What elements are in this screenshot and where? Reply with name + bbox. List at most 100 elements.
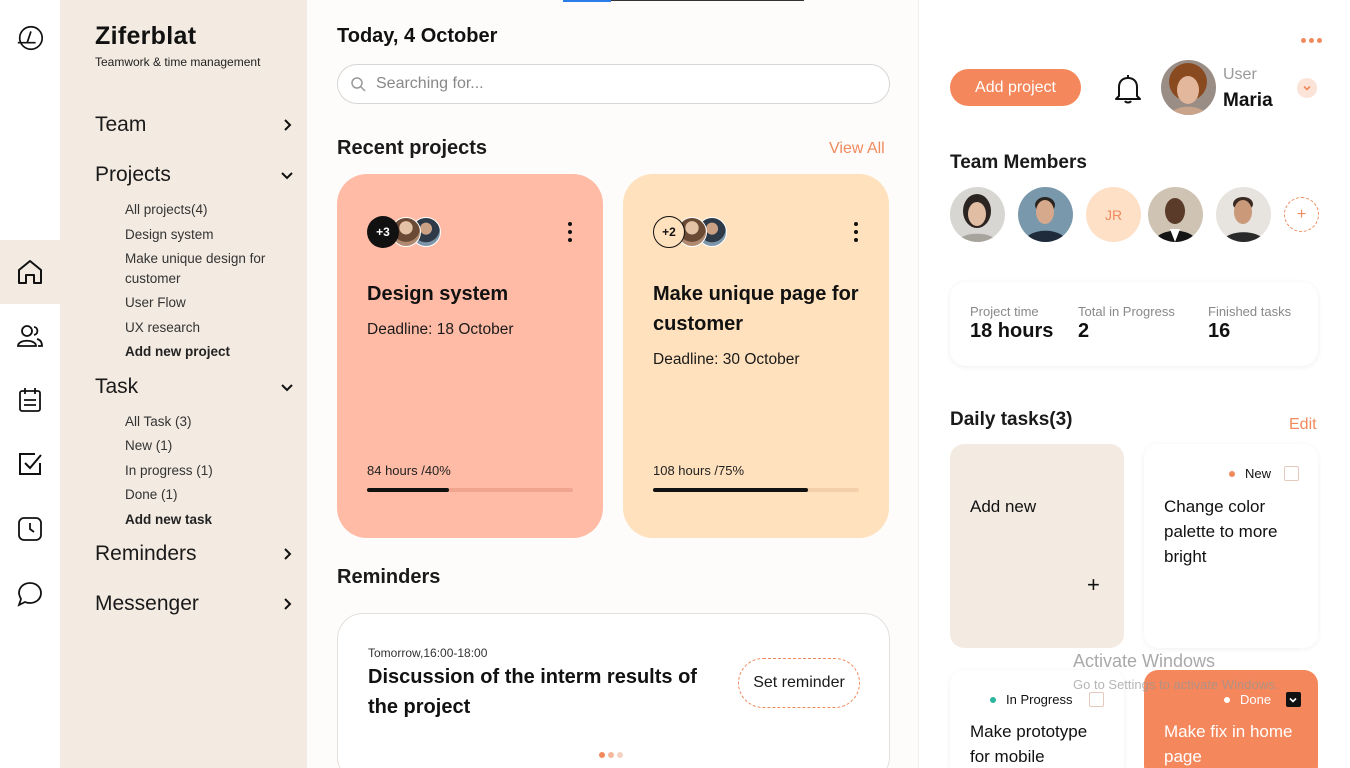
project-hours: 108 hours /75% — [653, 463, 745, 478]
sidebar-item-label: Team — [95, 113, 147, 136]
task-checkbox[interactable] — [1284, 466, 1299, 481]
more-options-icon[interactable] — [853, 222, 859, 242]
user-name: Maria — [1223, 90, 1273, 111]
sidebar-subitem-all-task[interactable]: All Task (3) — [125, 412, 295, 432]
sidebar-subitem-unique-design[interactable]: Make unique design for customer — [125, 249, 295, 289]
view-all-link[interactable]: View All — [829, 140, 885, 158]
task-text: Change color palette to more bright — [1164, 497, 1278, 566]
edit-link[interactable]: Edit — [1289, 416, 1317, 434]
team-members-title: Team Members — [950, 152, 1087, 173]
project-hours: 84 hours /40% — [367, 463, 451, 478]
progress-bar — [367, 488, 573, 492]
progress-fill — [653, 488, 808, 492]
chevron-down-icon — [1303, 85, 1311, 91]
project-title: Make unique page for customer — [653, 283, 859, 335]
user-role: User — [1223, 66, 1257, 83]
stat-label: Project time — [970, 304, 1039, 319]
progress-bar — [653, 488, 859, 492]
reminder-title: Discussion of the interm results of the … — [368, 666, 697, 718]
add-member-button[interactable]: + — [1284, 197, 1319, 232]
stats-card: Project time 18 hours Total in Progress … — [950, 282, 1318, 366]
sidebar-item-projects[interactable]: Projects — [95, 163, 295, 187]
set-reminder-button[interactable]: Set reminder — [738, 658, 860, 708]
sidebar-subitem-ux-research[interactable]: UX research — [125, 318, 295, 338]
sidebar-subitem-new[interactable]: New (1) — [125, 436, 295, 456]
logo-icon[interactable] — [0, 6, 60, 70]
reminder-time: Tomorrow,16:00-18:00 — [368, 646, 488, 660]
stat-label: Total in Progress — [1078, 304, 1175, 319]
avatar[interactable] — [1161, 60, 1216, 115]
clock-icon[interactable] — [0, 497, 60, 561]
recent-projects-title: Recent projects — [337, 137, 488, 159]
team-member-initials[interactable]: JR — [1086, 187, 1141, 242]
team-member-avatar[interactable] — [1148, 187, 1203, 242]
project-card[interactable]: +3 Design system Deadline: 18 October 84… — [337, 174, 603, 538]
reminder-card: Tomorrow,16:00-18:00 Discussion of the i… — [337, 613, 890, 768]
sidebar-item-label: Task — [95, 375, 139, 398]
sidebar-item-label: Projects — [95, 163, 171, 186]
top-scroll-thumb — [563, 0, 611, 2]
sidebar-subitem-design-system[interactable]: Design system — [125, 225, 295, 245]
team-member-avatar[interactable] — [1216, 187, 1271, 242]
brand-tagline: Teamwork & time management — [95, 55, 261, 69]
activation-watermark-subtitle: Go to Settings to activate Windows. — [1073, 677, 1279, 692]
task-text: Make fix in home page — [1164, 722, 1293, 766]
plus-icon: + — [1296, 205, 1307, 223]
extra-members-badge: +3 — [367, 216, 399, 248]
sidebar-subitem-in-progress[interactable]: In progress (1) — [125, 461, 295, 481]
sidebar-item-task[interactable]: Task — [95, 375, 295, 399]
team-member-avatar[interactable] — [1018, 187, 1073, 242]
home-icon[interactable] — [0, 240, 60, 304]
calendar-icon[interactable] — [0, 368, 60, 432]
stat-value: 2 — [1078, 320, 1090, 342]
stat-value: 18 hours — [970, 320, 1054, 342]
checkbox-icon[interactable] — [0, 432, 60, 496]
search-input[interactable] — [376, 75, 856, 93]
activation-watermark: Activate Windows — [1073, 651, 1216, 671]
status-label: Done — [1240, 692, 1272, 707]
chat-icon[interactable] — [0, 562, 60, 626]
add-new-task-link[interactable]: Add new task — [125, 510, 295, 530]
search-icon — [351, 77, 366, 92]
task-checkbox[interactable] — [1089, 692, 1104, 707]
sidebar-item-label: Messenger — [95, 592, 199, 615]
chevron-right-icon — [284, 119, 292, 131]
plus-icon: + — [1087, 572, 1100, 597]
add-task-card[interactable]: Add new + — [950, 444, 1124, 648]
bell-icon[interactable] — [1113, 72, 1143, 104]
reminders-title: Reminders — [337, 566, 441, 588]
project-deadline: Deadline: 30 October — [653, 351, 800, 368]
sidebar-item-reminders[interactable]: Reminders — [95, 542, 295, 566]
task-checkbox-checked[interactable] — [1286, 692, 1301, 707]
sidebar-subitem-user-flow[interactable]: User Flow — [125, 293, 295, 313]
sidebar-item-label: Reminders — [95, 542, 197, 565]
chevron-right-icon — [284, 548, 292, 560]
icon-rail — [0, 0, 60, 768]
more-options-icon[interactable] — [567, 222, 573, 242]
task-text: Make prototype for mobile — [970, 722, 1088, 766]
chevron-right-icon — [284, 598, 292, 610]
sidebar-subitem-all-projects[interactable]: All projects(4) — [125, 200, 295, 220]
users-icon[interactable] — [0, 304, 60, 368]
search-bar[interactable] — [337, 64, 890, 104]
team-member-avatar[interactable] — [950, 187, 1005, 242]
add-project-button[interactable]: Add project — [950, 69, 1081, 106]
status-badge: In Progress — [990, 692, 1072, 707]
sidebar-item-messenger[interactable]: Messenger — [95, 592, 295, 616]
status-badge: New — [1229, 466, 1271, 481]
task-card[interactable]: New Change color palette to more bright — [1144, 444, 1318, 648]
stat-value: 16 — [1208, 320, 1231, 342]
more-options-icon[interactable] — [1301, 38, 1322, 43]
chevron-down-icon — [281, 172, 293, 180]
sidebar-subitem-done[interactable]: Done (1) — [125, 485, 295, 505]
page-title: Today, 4 October — [337, 25, 498, 47]
carousel-dots[interactable] — [599, 752, 623, 758]
project-deadline: Deadline: 18 October — [367, 321, 514, 338]
user-menu-chevron[interactable] — [1297, 78, 1317, 98]
status-label: New — [1245, 466, 1272, 481]
project-card[interactable]: +2 Make unique page for customer Deadlin… — [623, 174, 889, 538]
add-new-project-link[interactable]: Add new project — [125, 342, 295, 362]
status-label: In Progress — [1006, 692, 1073, 707]
project-title: Design system — [367, 283, 509, 305]
sidebar-item-team[interactable]: Team — [95, 113, 295, 137]
